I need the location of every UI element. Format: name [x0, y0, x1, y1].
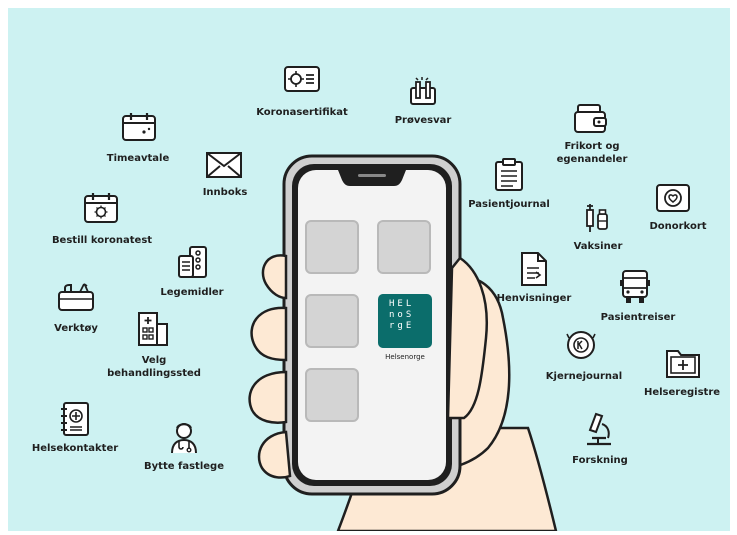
donor-card-icon [656, 184, 690, 212]
toolbox-icon [58, 280, 94, 312]
label-kjernejournal: Kjernejournal [545, 371, 623, 382]
core-journal-icon [566, 330, 596, 362]
label-innboks: Innboks [202, 187, 248, 198]
label-provesvar: Prøvesvar [394, 115, 452, 126]
helsenorge-app-icon[interactable]: HEL noS rgE [378, 294, 432, 348]
clipboard-icon [494, 158, 524, 192]
folder-icon [666, 346, 700, 378]
label-donorkort: Donorkort [649, 221, 707, 232]
app-tile-placeholder[interactable] [305, 220, 359, 274]
label-vaksiner: Vaksiner [573, 241, 623, 252]
label-bytte-fastlege: Bytte fastlege [144, 461, 224, 472]
label-helsekontakter: Helsekontakter [31, 443, 119, 454]
doctor-icon [170, 420, 198, 454]
calendar-icon [122, 112, 156, 142]
label-timeavtale: Timeavtale [106, 153, 170, 164]
label-forskning: Forskning [572, 455, 628, 466]
label-henvisninger: Henvisninger [496, 293, 572, 304]
label-frikort-og-egenandeler: Frikort og egenandeler [556, 141, 628, 165]
label-helseregistre: Helseregistre [643, 387, 721, 398]
microscope-icon [584, 412, 614, 446]
test-tubes-icon [408, 76, 438, 106]
label-bestill-koronatest: Bestill koronatest [51, 235, 153, 246]
app-tile-placeholder[interactable] [305, 294, 359, 348]
label-koronasertifikat: Koronasertifikat [256, 107, 348, 118]
envelope-icon [206, 152, 242, 178]
logo-line-1: HEL [389, 299, 415, 309]
vaccine-icon [584, 202, 610, 234]
helsenorge-app-label: Helsenorge [385, 353, 425, 361]
label-legemidler: Legemidler [160, 287, 224, 298]
label-velg-behandlingssted: Velg behandlingssted [107, 355, 201, 379]
wallet-icon [574, 104, 608, 134]
referral-document-icon [520, 252, 548, 286]
label-pasientreiser: Pasientreiser [600, 312, 676, 323]
label-verktoy: Verktøy [54, 323, 98, 334]
calendar-virus-icon [84, 192, 118, 224]
certificate-icon [284, 66, 320, 92]
contact-book-icon [60, 402, 90, 436]
illustration: HEL noS rgE Helsenorge Koronasertifikat … [0, 0, 737, 535]
illustration-background: HEL noS rgE Helsenorge Koronasertifikat … [8, 8, 730, 531]
hospital-building-icon [138, 312, 168, 346]
app-tile-placeholder[interactable] [305, 368, 359, 422]
pill-pack-icon [178, 246, 208, 278]
logo-line-2: noS [389, 310, 415, 320]
logo-line-3: rgE [389, 321, 415, 331]
bus-icon [620, 270, 650, 304]
label-pasientjournal: Pasientjournal [468, 199, 550, 210]
app-tile-placeholder[interactable] [377, 220, 431, 274]
